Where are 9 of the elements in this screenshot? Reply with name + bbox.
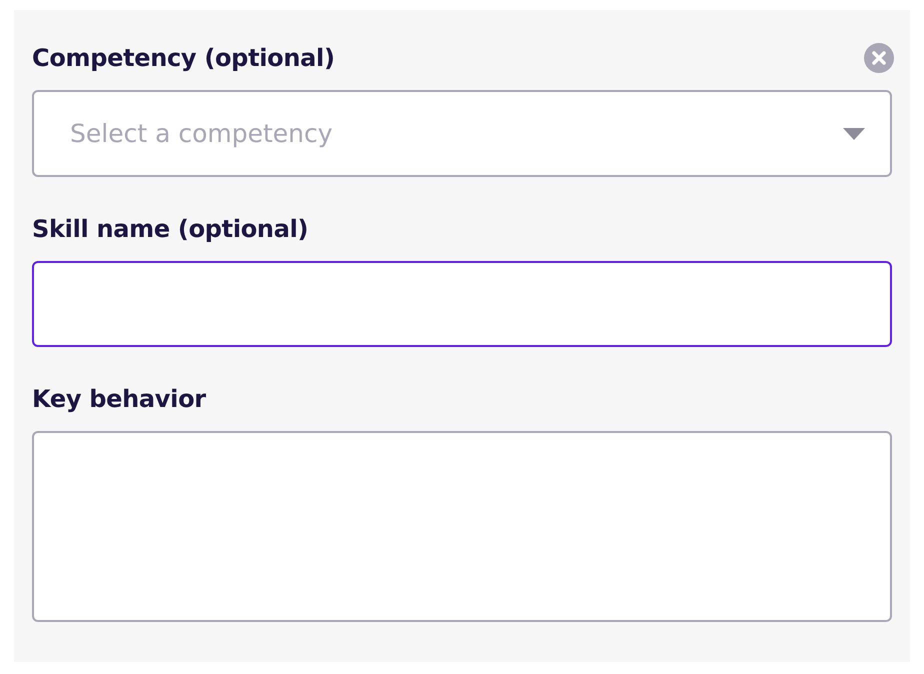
field-label: Competency (optional) [32,44,335,72]
text-area[interactable] [32,431,892,622]
placeholder-text: Select a competency [70,119,333,148]
caret-icon [842,126,866,140]
input-field[interactable] [32,261,892,347]
field-label: Key behavior [32,385,206,413]
close-icon[interactable] [864,43,894,73]
field-label: Skill name (optional) [32,215,308,243]
select-field[interactable]: Select a competency [32,90,892,177]
